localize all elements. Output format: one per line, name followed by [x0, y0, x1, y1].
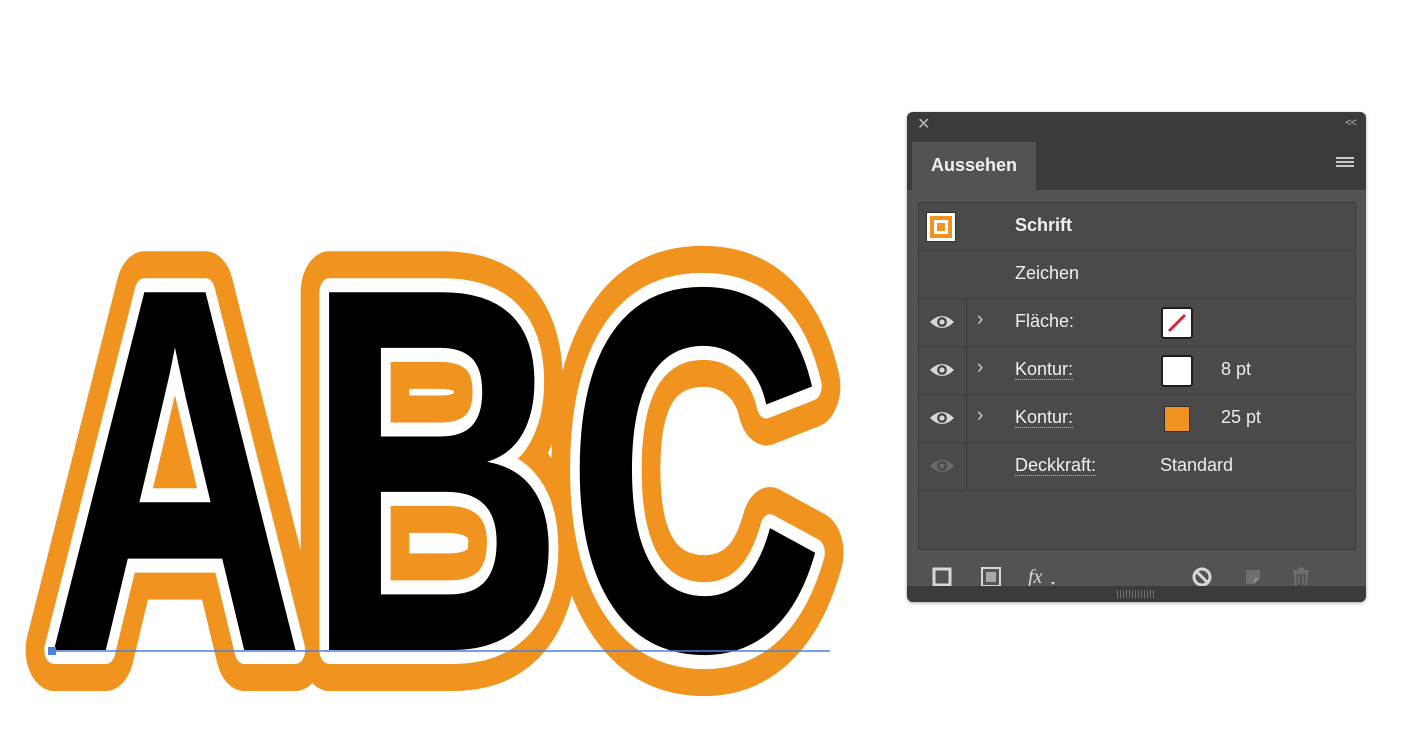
fx-icon[interactable]: fx: [1028, 566, 1058, 588]
appearance-list: Schrift Zeichen › Fläche: › Kontur: 8 pt…: [918, 202, 1356, 550]
duplicate-item-icon: [1246, 570, 1260, 584]
opacity-value[interactable]: Standard: [1160, 455, 1233, 476]
eye-icon[interactable]: [929, 408, 955, 428]
panel-menu-icon[interactable]: [1336, 157, 1354, 169]
add-stroke-icon[interactable]: [931, 566, 953, 588]
eye-disabled-icon: [930, 460, 954, 472]
row-fill[interactable]: › Fläche:: [919, 299, 1355, 347]
stroke-2-label[interactable]: Kontur:: [1015, 407, 1074, 428]
stroke-1-label[interactable]: Kontur:: [1015, 359, 1074, 380]
panel-tabbar: Aussehen: [907, 138, 1366, 190]
fill-none-swatch[interactable]: [1161, 307, 1193, 339]
add-fill-icon[interactable]: [980, 566, 1002, 588]
delete-icon: [1293, 567, 1309, 588]
eye-icon[interactable]: [929, 360, 955, 380]
stroke-1-weight[interactable]: 8 pt: [1221, 359, 1251, 380]
object-type-label: Schrift: [1015, 215, 1073, 235]
appearance-panel: ✕ << Aussehen Schrift Zeichen › Fläche: …: [907, 112, 1366, 602]
row-stroke-2[interactable]: › Kontur: 25 pt: [919, 395, 1355, 443]
tab-aussehen[interactable]: Aussehen: [912, 142, 1036, 190]
artwork-text-fill: ABC: [45, 180, 825, 745]
stroke-2-weight[interactable]: 25 pt: [1221, 407, 1261, 428]
row-stroke-1[interactable]: › Kontur: 8 pt: [919, 347, 1355, 395]
stroke-1-color-swatch[interactable]: [1161, 355, 1193, 387]
chevron-right-icon[interactable]: ›: [977, 309, 983, 331]
characters-label: Zeichen: [1015, 263, 1080, 283]
close-icon[interactable]: ✕: [917, 116, 930, 134]
panel-resize-grip[interactable]: [907, 586, 1366, 602]
opacity-label[interactable]: Deckkraft:: [1015, 455, 1097, 476]
object-thumbnail-icon: [926, 212, 956, 242]
svg-text:fx: fx: [1028, 566, 1043, 588]
stroke-2-color-swatch[interactable]: [1164, 406, 1190, 432]
row-characters[interactable]: Zeichen: [919, 251, 1355, 299]
artwork-canvas[interactable]: ABC ABC ABC: [0, 0, 900, 745]
selection-anchor-point[interactable]: [48, 647, 56, 655]
collapse-icon[interactable]: <<: [1345, 117, 1357, 129]
row-object[interactable]: Schrift: [919, 203, 1355, 251]
fill-label: Fläche:: [1015, 311, 1075, 331]
row-opacity[interactable]: Deckkraft: Standard: [919, 443, 1355, 491]
eye-icon[interactable]: [929, 312, 955, 332]
panel-titlebar[interactable]: ✕ <<: [907, 112, 1366, 138]
clear-appearance-icon[interactable]: [1191, 566, 1213, 588]
chevron-right-icon[interactable]: ›: [977, 405, 983, 427]
chevron-right-icon[interactable]: ›: [977, 357, 983, 379]
